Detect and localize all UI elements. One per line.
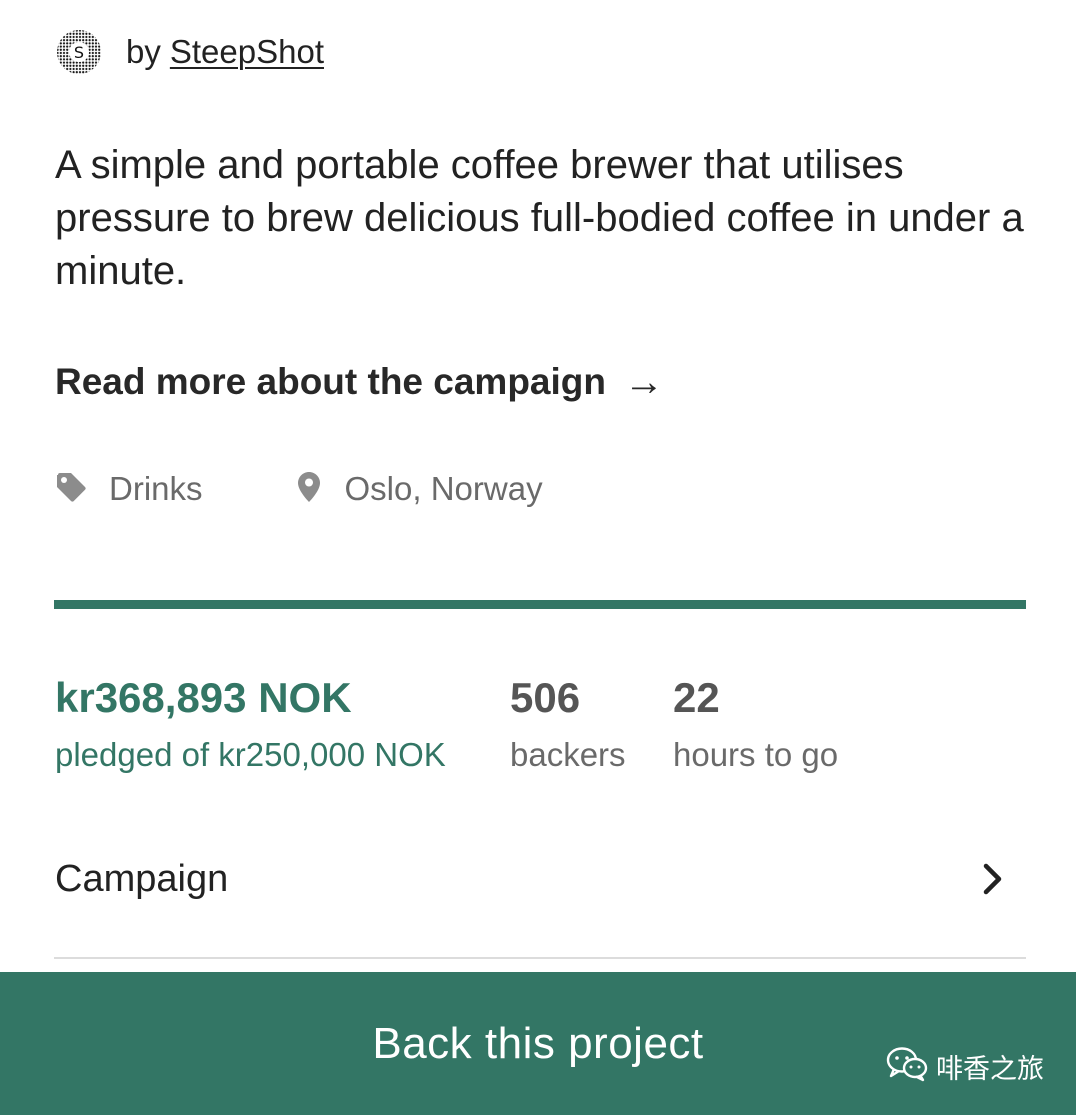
creator-byline: S by SteepShot: [56, 28, 324, 76]
wechat-icon: [886, 1046, 928, 1087]
pledged-caption: pledged of kr250,000 NOK: [55, 736, 446, 773]
chevron-right-icon: [981, 862, 1005, 896]
campaign-label: Campaign: [55, 857, 229, 900]
map-pin-icon: [297, 471, 321, 508]
time-left-caption: hours to go: [673, 736, 839, 773]
backers-count: 506: [510, 674, 581, 721]
location-link[interactable]: Oslo, Norway: [297, 470, 543, 508]
time-left-stat: 22 hours to go: [673, 670, 838, 783]
creator-name-link[interactable]: SteepShot: [170, 33, 324, 71]
byline-prefix: by: [126, 33, 161, 70]
arrow-right-icon: →: [624, 359, 664, 404]
watermark-text: 啡香之旅: [936, 1054, 1044, 1085]
funding-progress-fill: [54, 600, 1026, 609]
back-project-button[interactable]: Back this project: [0, 972, 1076, 1115]
category-label: Drinks: [109, 470, 203, 507]
tag-icon: [55, 471, 87, 508]
funding-progress-bar: [54, 600, 1026, 609]
read-more-label: Read more about the campaign: [55, 361, 606, 402]
pledged-amount: kr368,893 NOK: [55, 674, 352, 721]
steepshot-logo-icon[interactable]: S: [56, 29, 102, 75]
pledged-stat: kr368,893 NOK pledged of kr250,000 NOK: [55, 670, 446, 783]
project-meta: Drinks Oslo, Norway: [55, 465, 543, 513]
backers-stat: 506 backers: [510, 670, 626, 783]
time-left-value: 22: [673, 674, 720, 721]
project-description: A simple and portable coffee brewer that…: [55, 143, 1024, 293]
category-link[interactable]: Drinks: [55, 470, 203, 508]
wechat-watermark: 啡香之旅: [886, 1046, 1044, 1087]
svg-text:S: S: [74, 43, 84, 62]
backers-caption: backers: [510, 736, 626, 773]
divider: [54, 957, 1026, 959]
back-project-label: Back this project: [372, 1018, 704, 1068]
read-more-link[interactable]: Read more about the campaign →: [55, 355, 664, 409]
campaign-nav-row[interactable]: Campaign: [55, 840, 1026, 918]
location-label: Oslo, Norway: [344, 470, 543, 507]
